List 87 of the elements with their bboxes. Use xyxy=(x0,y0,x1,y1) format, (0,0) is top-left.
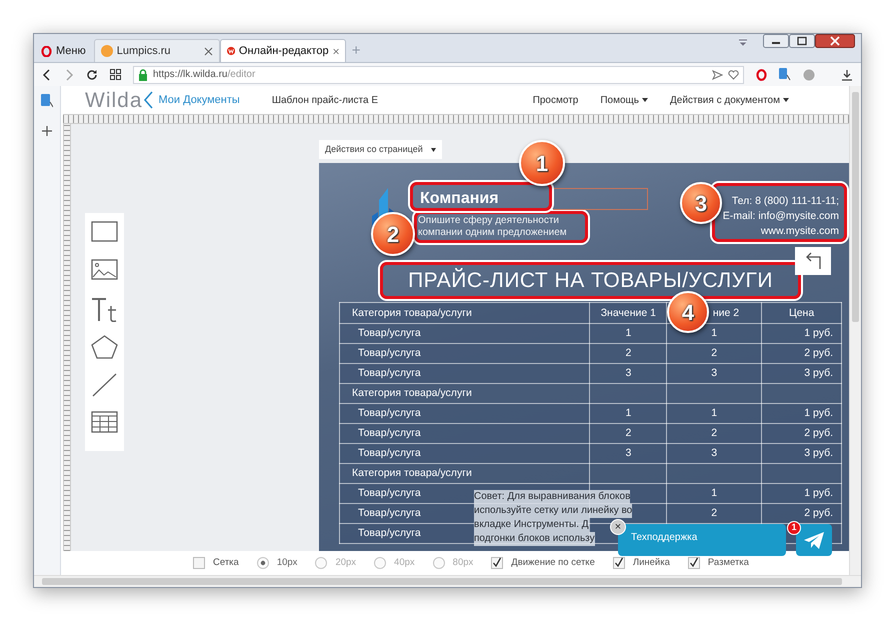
table-cell: Товар/услуга xyxy=(340,404,590,424)
company-name: Компания xyxy=(420,191,499,208)
table-cell: 2 руб. xyxy=(762,504,842,524)
speed-dial-icon[interactable] xyxy=(110,69,121,80)
table-cell: Категория товара/услуги xyxy=(340,384,590,404)
contact-line: www.mysite.com xyxy=(760,224,839,238)
download-icon[interactable] xyxy=(841,68,853,80)
table-cell: 1 xyxy=(590,404,667,424)
scroll-thumb[interactable] xyxy=(42,578,842,585)
reload-icon[interactable] xyxy=(86,68,98,80)
add-icon[interactable] xyxy=(42,126,52,136)
close-icon[interactable] xyxy=(332,46,339,56)
table-cell: Товар/услуга xyxy=(340,324,590,344)
document-title: Шаблон прайс-листа Е xyxy=(272,94,378,108)
table-cell: 3 xyxy=(590,364,667,384)
horizontal-scrollbar[interactable] xyxy=(34,575,861,587)
extension-icon[interactable] xyxy=(779,68,791,81)
table-cell: Товар/услуга xyxy=(340,424,590,444)
table-cell: 3 xyxy=(590,444,667,464)
page-actions-dropdown[interactable]: Действия со страницей xyxy=(319,140,442,160)
table-cell: 1 руб. xyxy=(762,324,842,344)
option-toggle[interactable]: Сетка xyxy=(193,556,239,570)
header-menu-item[interactable]: Действия с документом xyxy=(670,92,789,108)
close-icon[interactable] xyxy=(815,34,855,48)
text-tool-icon[interactable] xyxy=(91,297,118,322)
table-cell: 3 xyxy=(666,364,762,384)
browser-tab[interactable]: Lumpics.ru xyxy=(94,39,220,62)
table-cell: 2 xyxy=(666,344,762,364)
chevron-logo-icon xyxy=(142,91,153,109)
price-list-title: ПРАЙС-ЛИСТ НА ТОВАРЫ/УСЛУГИ xyxy=(408,268,773,293)
maximize-icon[interactable] xyxy=(789,34,815,48)
table-cell: 2 xyxy=(666,504,762,524)
line-tool-icon[interactable] xyxy=(91,373,118,398)
browser-tab[interactable]: Онлайн-редактор xyxy=(220,39,346,62)
table-cell: 1 руб. xyxy=(762,404,842,424)
contact-line: Тел: 8 (800) 111-11-11; xyxy=(732,194,839,208)
my-documents-link[interactable]: Мои Документы xyxy=(158,92,240,108)
step-number-badge: 3 xyxy=(680,182,722,224)
opera-icon[interactable] xyxy=(756,68,767,80)
return-arrow-button[interactable] xyxy=(795,247,831,276)
column-header: Цена xyxy=(762,302,842,324)
column-header: Значение 1 xyxy=(590,302,667,324)
header-menu-item[interactable]: Просмотр xyxy=(532,92,578,108)
menu-button[interactable]: Меню xyxy=(37,40,90,62)
table-cell: 2 xyxy=(590,344,667,364)
table-cell: 1 xyxy=(666,484,762,504)
site-favicon-icon xyxy=(100,45,113,57)
table-cell: 1 xyxy=(590,324,667,344)
heart-icon[interactable] xyxy=(728,70,739,80)
table-cell: 1 руб. xyxy=(762,484,842,504)
table-cell: 3 xyxy=(666,444,762,464)
address-field[interactable]: https://lk.wilda.ru/editor xyxy=(133,66,744,84)
option-toggle[interactable]: 10px xyxy=(256,556,298,570)
pentagon-tool-icon[interactable] xyxy=(91,335,118,360)
scroll-thumb[interactable] xyxy=(852,92,859,322)
table-cell: 2 руб. xyxy=(762,424,842,444)
contact-line: E-mail: info@mysite.com xyxy=(722,209,839,224)
table-cell: Товар/услуга xyxy=(340,344,590,364)
minimize-icon[interactable] xyxy=(763,34,789,48)
table-cell: 3 руб. xyxy=(762,444,842,464)
site-logo-icon xyxy=(226,45,235,57)
table-cell: 3 руб. xyxy=(762,364,842,384)
lock-icon xyxy=(138,68,148,80)
vertical-scrollbar[interactable] xyxy=(849,86,861,575)
logo-text: Wilda xyxy=(85,90,143,110)
option-toggle[interactable]: Линейка xyxy=(612,556,670,570)
header-menu-item[interactable]: Помощь xyxy=(600,92,648,108)
table-cell: 2 руб. xyxy=(762,344,842,364)
table-cell: Категория товара/услуги xyxy=(340,464,590,484)
company-description: Опишите сферу деятельности компании одним предложением xyxy=(418,215,568,240)
table-cell: 2 xyxy=(666,424,762,444)
table-cell: 2 xyxy=(590,424,667,444)
option-toggle[interactable]: Разметка xyxy=(688,556,749,570)
table-cell: Товар/услуга xyxy=(340,444,590,464)
back-icon[interactable] xyxy=(42,68,52,80)
column-header: Категория товара/услуги xyxy=(340,302,590,324)
step-number-badge: 4 xyxy=(667,291,709,334)
table-cell: Товар/услуга xyxy=(340,364,590,384)
table-cell: 1 xyxy=(666,404,762,424)
step-number-badge: 1 xyxy=(519,140,565,186)
option-toggle[interactable]: Движение по сетке xyxy=(491,556,595,570)
send-icon[interactable] xyxy=(712,70,723,80)
step-number-badge: 2 xyxy=(371,212,415,256)
paper-plane-button[interactable] xyxy=(796,524,832,556)
close-icon[interactable] xyxy=(204,46,213,56)
caret-icon xyxy=(430,148,436,152)
opera-icon xyxy=(41,46,52,56)
